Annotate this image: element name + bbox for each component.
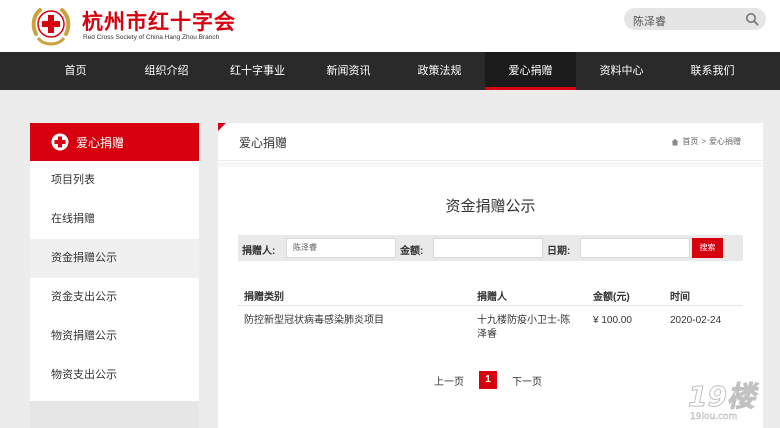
breadcrumb-home[interactable]: 首页 [682,136,698,147]
search-button[interactable]: 搜索 [692,238,723,258]
date-input[interactable] [580,238,690,258]
sidebar-item-project-list[interactable]: 项目列表 [30,161,199,200]
nav-item-home[interactable]: 首页 [30,52,121,90]
row-amount: ¥ 100.00 [593,315,632,326]
pager-prev[interactable]: 上一页 [434,373,464,388]
column-header-date: 时间 [670,292,690,303]
amount-label: 金额: [400,246,424,257]
sidebar-title: 爱心捐赠 [76,135,125,150]
sidebar-item-fund-expense-notice[interactable]: 资金支出公示 [30,278,199,317]
donor-input[interactable]: 陈泽睿 [286,238,396,258]
header-search[interactable]: 陈泽睿 [624,8,766,30]
date-label: 日期: [547,246,571,257]
sidebar-footer-block [30,401,199,428]
sidebar-item-fund-donation-notice[interactable]: 资金捐赠公示 [30,239,199,278]
watermark-text: 19楼 [688,380,759,413]
nav-item-resources[interactable]: 资料中心 [576,52,667,90]
sidebar-item-goods-expense-notice[interactable]: 物资支出公示 [30,356,199,395]
brand-subtitle: Red Cross Society of China Hang Zhou Bra… [83,34,220,41]
nav-item-red-cross-cause[interactable]: 红十字事业 [212,52,303,90]
donor-label: 捐赠人: [242,246,276,257]
nav-item-news[interactable]: 新闻资讯 [303,52,394,90]
sidebar-header: 爱心捐赠 [30,123,199,161]
row-donor-line2: 泽睿 [477,329,497,340]
breadcrumb-separator: > [701,137,706,146]
pager-current-page[interactable]: 1 [479,371,497,389]
red-cross-badge-icon [51,133,69,151]
watermark-sub: 19lou.com [690,412,737,422]
breadcrumb-current[interactable]: 爱心捐赠 [709,136,741,147]
column-header-category: 捐赠类别 [244,292,284,303]
main-header: 爱心捐赠 首页 > 爱心捐赠 [218,123,763,161]
amount-input[interactable] [433,238,543,258]
19lou-watermark-icon: 19楼 19lou.com [688,380,760,423]
nav-item-organization[interactable]: 组织介绍 [121,52,212,90]
site-header: 杭州市红十字会 Red Cross Society of China Hang … [0,0,780,52]
nav-item-donation[interactable]: 爱心捐赠 [485,52,576,90]
page-title: 资金捐赠公示 [445,198,536,215]
filter-bar: 捐赠人: 陈泽睿 金额: 日期: 搜索 [238,235,743,261]
pager-next[interactable]: 下一页 [512,373,542,388]
sidebar-item-goods-donation-notice[interactable]: 物资捐赠公示 [30,317,199,356]
corner-accent [218,123,226,131]
red-cross-logo-icon[interactable] [28,4,74,48]
column-header-amount: 金额(元) [593,292,630,303]
sidebar-item-online-donation[interactable]: 在线捐赠 [30,200,199,239]
breadcrumb: 首页 > 爱心捐赠 [671,136,741,147]
row-donor: 十九楼防疫小卫士-陈 泽睿 [477,314,587,342]
home-icon [671,138,679,145]
table-header-divider [238,305,743,306]
nav-item-policies[interactable]: 政策法规 [394,52,485,90]
main-nav: 首页 组织介绍 红十字事业 新闻资讯 政策法规 爱心捐赠 资料中心 联系我们 [0,52,780,90]
search-input[interactable]: 陈泽睿 [633,13,666,29]
sidebar: 爱心捐赠 项目列表 在线捐赠 资金捐赠公示 资金支出公示 物资捐赠公示 物资支出… [30,123,199,428]
row-category: 防控新型冠状病毒感染肺炎项目 [244,315,384,326]
row-donor-line1: 十九楼防疫小卫士-陈 [477,315,571,326]
brand-name[interactable]: 杭州市红十字会 [82,6,236,36]
search-icon[interactable] [745,12,759,26]
section-title: 爱心捐赠 [239,136,288,150]
column-header-donor: 捐赠人 [477,292,507,303]
row-date: 2020-02-24 [670,315,722,326]
nav-item-contact[interactable]: 联系我们 [667,52,758,90]
